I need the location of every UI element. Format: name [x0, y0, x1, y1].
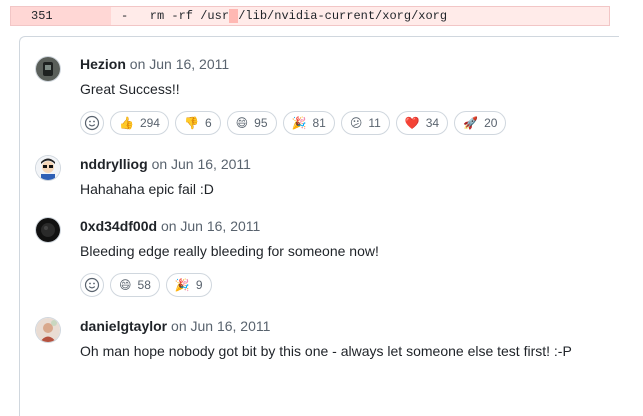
comment-date[interactable]: on Jun 16, 2011	[152, 156, 251, 172]
confused-icon: 😕	[349, 116, 363, 130]
comment-header: 0xd34df00d on Jun 16, 2011	[80, 218, 260, 234]
reaction-count: 11	[368, 116, 381, 130]
comment-author[interactable]: Hezion	[80, 56, 126, 72]
diff-code-highlight	[229, 9, 239, 23]
laugh-icon: 😄	[119, 278, 132, 292]
avatar[interactable]	[36, 156, 60, 180]
reaction-count: 58	[137, 278, 151, 292]
diff-line-deleted: 351 - rm -rf /usr /lib/nvidia-current/xo…	[10, 6, 610, 26]
reaction-laugh[interactable]: 😄 95	[226, 111, 277, 135]
diff-code: - rm -rf /usr /lib/nvidia-current/xorg/x…	[111, 9, 447, 23]
reactions-bar: 👍 294 👎 6 😄 95 🎉 81 😕 11 ❤️ 34 🚀 20	[80, 111, 507, 135]
diff-code-prefix: - rm -rf /usr	[121, 9, 230, 23]
heart-icon: ❤️	[404, 116, 420, 130]
reaction-count: 34	[425, 116, 440, 130]
comment-header: danielgtaylor on Jun 16, 2011	[80, 318, 270, 334]
comment-body: Hahahaha epic fail :D	[80, 181, 214, 197]
hooray-icon: 🎉	[291, 116, 307, 130]
reaction-hooray[interactable]: 🎉 9	[165, 273, 212, 297]
reaction-rocket[interactable]: 🚀 20	[454, 111, 507, 135]
reaction-confused[interactable]: 😕 11	[340, 111, 390, 135]
comment-date[interactable]: on Jun 16, 2011	[171, 318, 270, 334]
smiley-icon	[84, 277, 100, 293]
reaction-heart[interactable]: ❤️ 34	[395, 111, 449, 135]
thumbs-down-icon: 👎	[183, 116, 199, 130]
comment-body: Oh man hope nobody got bit by this one -…	[80, 343, 572, 359]
comment-author[interactable]: 0xd34df00d	[80, 218, 157, 234]
comment-body: Bleeding edge really bleeding for someon…	[80, 243, 379, 259]
hooray-icon: 🎉	[174, 278, 190, 292]
comment-header: Hezion on Jun 16, 2011	[80, 56, 229, 72]
add-reaction-button[interactable]	[80, 273, 104, 297]
comment-header: nddrylliog on Jun 16, 2011	[80, 156, 251, 172]
diff-line-number: 351	[11, 7, 111, 25]
reaction-hooray[interactable]: 🎉 81	[282, 111, 335, 135]
avatar[interactable]	[36, 218, 60, 242]
comment-author[interactable]: nddrylliog	[80, 156, 148, 172]
diff-code-suffix: /lib/nvidia-current/xorg/xorg	[238, 9, 448, 23]
thumbs-up-icon: 👍	[119, 116, 134, 130]
reaction-count: 81	[312, 116, 326, 130]
reaction-count: 9	[195, 278, 203, 292]
reaction-count: 294	[139, 116, 160, 130]
reaction-laugh[interactable]: 😄 58	[110, 273, 160, 297]
reaction-count: 95	[254, 116, 268, 130]
rocket-icon: 🚀	[463, 116, 479, 130]
smiley-icon	[84, 115, 100, 131]
reaction-count: 6	[204, 116, 212, 130]
reactions-bar: 😄 58 🎉 9	[80, 273, 212, 297]
comment-body: Great Success!!	[80, 81, 180, 97]
reaction-thumbs-down[interactable]: 👎 6	[174, 111, 221, 135]
reaction-count: 20	[484, 116, 498, 130]
comment-date[interactable]: on Jun 16, 2011	[161, 218, 260, 234]
review-thread: Hezion on Jun 16, 2011 Great Success!! 👍…	[19, 36, 619, 416]
avatar[interactable]	[36, 318, 60, 342]
reaction-thumbs-up[interactable]: 👍 294	[110, 111, 169, 135]
avatar[interactable]	[36, 57, 60, 81]
comment-author[interactable]: danielgtaylor	[80, 318, 167, 334]
add-reaction-button[interactable]	[80, 111, 104, 135]
laugh-icon: 😄	[235, 116, 249, 130]
comment-date[interactable]: on Jun 16, 2011	[130, 56, 229, 72]
